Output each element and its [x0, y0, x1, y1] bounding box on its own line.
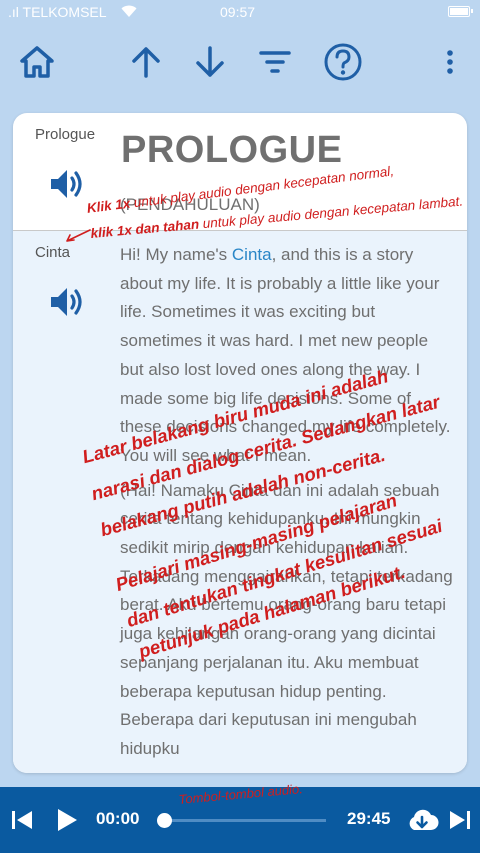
battery-icon: [448, 6, 473, 17]
total-time: 29:45: [347, 809, 391, 828]
more-vert-icon: [447, 50, 453, 74]
player-note: Tombol-tombol audio.: [178, 781, 304, 807]
next-section-button[interactable]: [188, 40, 232, 84]
skip-next-icon: [450, 811, 470, 829]
help-icon: [324, 43, 362, 81]
audio-player-bar: 00:00 29:45 Tombol-tombol audio.: [0, 781, 480, 853]
home-icon: [20, 46, 54, 78]
annotation-arrow-icon: [66, 229, 91, 242]
seek-thumb[interactable]: [157, 813, 172, 828]
top-toolbar: [0, 24, 480, 104]
status-time: 09:57: [220, 4, 256, 20]
help-button[interactable]: [321, 40, 365, 84]
more-options-button[interactable]: [428, 40, 472, 84]
download-button[interactable]: [405, 804, 439, 836]
speaker-icon: [51, 288, 82, 316]
download-icon: [409, 809, 439, 830]
character-name-link[interactable]: Cinta: [232, 245, 272, 264]
skip-previous-icon: [12, 811, 32, 829]
wifi-icon: [121, 5, 137, 17]
speaker-label-cinta: Cinta: [35, 244, 71, 261]
skip-previous-button[interactable]: [10, 804, 34, 836]
skip-next-button[interactable]: [448, 804, 472, 836]
seek-track[interactable]: [168, 819, 326, 822]
play-button[interactable]: [55, 804, 79, 836]
current-time: 00:00: [96, 809, 140, 828]
play-audio-cinta-button[interactable]: [47, 282, 87, 322]
status-bar: .ıl TELKOMSEL 09:57: [0, 0, 480, 24]
play-audio-prologue-button[interactable]: [47, 164, 87, 204]
play-icon: [58, 809, 77, 831]
home-button[interactable]: [15, 40, 59, 84]
filter-icon: [259, 51, 291, 73]
speaker-label-prologue: Prologue: [35, 126, 96, 143]
arrow-down-icon: [196, 46, 224, 77]
previous-section-button[interactable]: [124, 40, 168, 84]
arrow-up-icon: [132, 47, 160, 78]
filter-button[interactable]: [253, 40, 297, 84]
carrier-label: .ıl TELKOMSEL: [8, 4, 107, 20]
page-title: PROLOGUE: [121, 129, 343, 171]
speaker-icon: [51, 170, 82, 198]
